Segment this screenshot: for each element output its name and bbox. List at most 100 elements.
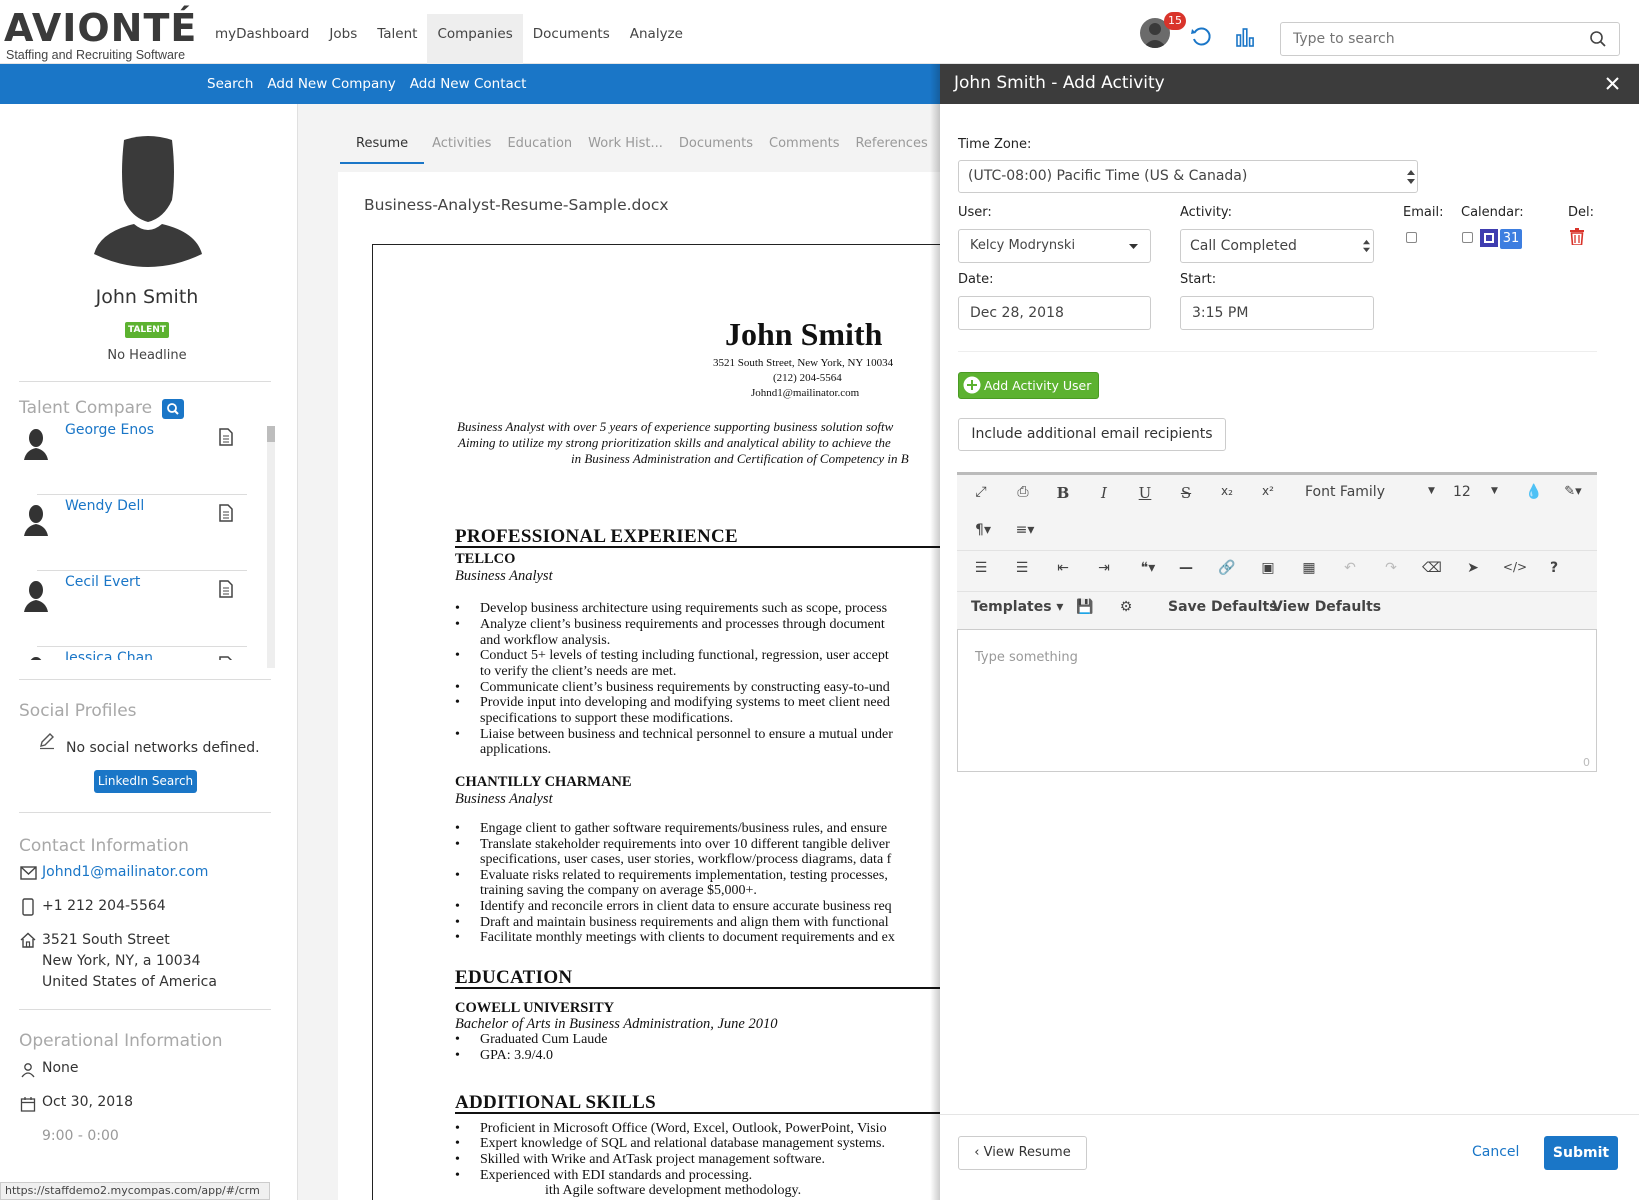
nav-mydashboard[interactable]: myDashboard <box>205 14 319 64</box>
nav-talent[interactable]: Talent <box>367 14 427 64</box>
tab-references[interactable]: References <box>847 128 935 164</box>
strikethrough-icon[interactable]: S <box>1175 484 1197 502</box>
editor-body[interactable]: Type something <box>975 650 1078 665</box>
divider <box>37 494 247 495</box>
align-icon[interactable]: ≡▾ <box>1011 522 1039 538</box>
unordered-list-icon[interactable]: ☰ <box>1011 560 1033 576</box>
cancel-button[interactable]: Cancel <box>1472 1144 1519 1160</box>
activity-select[interactable]: Call Completed <box>1180 229 1374 263</box>
list-item[interactable]: Cecil Evert <box>0 572 266 648</box>
save-defaults-button[interactable]: Save Defaults <box>1168 599 1277 615</box>
calendar-checkbox[interactable] <box>1462 232 1473 243</box>
edit-icon[interactable] <box>38 732 56 750</box>
quote-icon[interactable]: ❝▾ <box>1133 560 1163 576</box>
search-input[interactable] <box>1281 23 1571 55</box>
user-select[interactable]: Kelcy Modrynski <box>958 229 1151 263</box>
modal-footer-divider <box>940 1114 1639 1115</box>
list-item[interactable]: Jessica Chan <box>0 648 266 660</box>
ordered-list-icon[interactable]: ☰ <box>970 560 992 576</box>
include-recipients-button[interactable]: Include additional email recipients <box>958 418 1226 451</box>
nav-jobs[interactable]: Jobs <box>319 14 367 64</box>
templates-dropdown[interactable]: Templates ▾ <box>971 599 1063 615</box>
nav-documents[interactable]: Documents <box>523 14 620 64</box>
submit-button[interactable]: Submit <box>1544 1136 1618 1170</box>
email-label: Email: <box>1403 205 1444 220</box>
tab-resume[interactable]: Resume <box>340 128 425 164</box>
save-icon[interactable]: 💾 <box>1075 599 1095 615</box>
help-icon[interactable]: ? <box>1543 560 1565 576</box>
view-resume-button[interactable]: ‹ View Resume <box>958 1136 1087 1170</box>
trash-icon[interactable] <box>1570 228 1584 245</box>
compare-scrollbar-thumb[interactable] <box>267 426 275 442</box>
timezone-select[interactable]: (UTC-08:00) Pacific Time (US & Canada) <box>958 160 1418 193</box>
superscript-icon[interactable]: x² <box>1257 484 1279 498</box>
social-empty-text: No social networks defined. <box>66 740 260 756</box>
analytics-icon[interactable] <box>1234 26 1256 52</box>
start-label: Start: <box>1180 272 1217 287</box>
subnav-add-contact[interactable]: Add New Contact <box>410 64 527 104</box>
global-search[interactable] <box>1280 22 1620 56</box>
linkedin-search-button[interactable]: LinkedIn Search <box>94 770 197 793</box>
start-time-input[interactable]: 3:15 PM <box>1180 296 1374 330</box>
table-icon[interactable]: ▦ <box>1298 560 1320 576</box>
tab-education[interactable]: Education <box>499 128 580 164</box>
compare-name[interactable]: Jessica Chan <box>65 650 153 660</box>
fullscreen-icon[interactable]: ⤢ <box>970 484 992 500</box>
add-activity-user-button[interactable]: Add Activity User <box>958 372 1099 399</box>
nav-companies[interactable]: Companies <box>427 14 523 64</box>
tab-activities[interactable]: Activities <box>424 128 499 164</box>
undo-icon[interactable]: ↶ <box>1339 560 1361 576</box>
refresh-icon[interactable] <box>1190 26 1212 52</box>
print-icon[interactable]: ⎙ <box>1012 484 1034 500</box>
gear-icon[interactable]: ⚙ <box>1116 599 1136 615</box>
font-size-select[interactable]: 12 <box>1453 484 1471 500</box>
cursor-icon[interactable]: ➤ <box>1462 560 1484 576</box>
eraser-icon[interactable]: ⌫ <box>1421 560 1443 576</box>
view-defaults-button[interactable]: View Defaults <box>1272 599 1381 615</box>
date-input[interactable]: Dec 28, 2018 <box>958 296 1151 330</box>
compare-name[interactable]: George Enos <box>65 422 154 438</box>
subnav-search[interactable]: Search <box>207 64 253 104</box>
horizontal-rule-icon[interactable]: — <box>1175 560 1197 576</box>
image-icon[interactable]: ▣ <box>1257 560 1279 576</box>
italic-icon[interactable]: I <box>1093 484 1115 502</box>
paragraph-icon[interactable]: ¶▾ <box>969 522 997 538</box>
nav-analyze[interactable]: Analyze <box>620 14 693 64</box>
font-family-select[interactable]: Font Family <box>1305 484 1385 500</box>
document-icon[interactable] <box>218 580 234 598</box>
code-view-icon[interactable]: </> <box>1502 560 1528 574</box>
tab-work-history[interactable]: Work Hist... <box>580 128 671 164</box>
contact-email[interactable]: Johnd1@mailinator.com <box>42 864 208 880</box>
google-calendar-icon[interactable]: 31 <box>1500 229 1522 249</box>
logo[interactable]: AVIONTÉ Staffing and Recruiting Software <box>4 6 196 62</box>
list-item[interactable]: George Enos <box>0 420 266 496</box>
text-color-icon[interactable]: 💧 <box>1525 484 1542 500</box>
subscript-icon[interactable]: x₂ <box>1216 484 1238 498</box>
outdent-icon[interactable]: ⇤ <box>1052 560 1074 576</box>
magic-wand-icon[interactable]: ✎▾ <box>1558 484 1588 499</box>
document-icon[interactable] <box>218 656 234 660</box>
outlook-calendar-icon[interactable] <box>1480 229 1498 247</box>
compare-name[interactable]: Wendy Dell <box>65 498 144 514</box>
search-icon[interactable] <box>1589 30 1607 52</box>
list-item[interactable]: Wendy Dell <box>0 496 266 572</box>
tab-comments[interactable]: Comments <box>761 128 847 164</box>
email-checkbox[interactable] <box>1406 232 1417 243</box>
tab-documents[interactable]: Documents <box>671 128 761 164</box>
document-icon[interactable] <box>218 428 234 446</box>
redo-icon[interactable]: ↷ <box>1380 560 1402 576</box>
chevron-down-icon[interactable]: ▼ <box>1428 486 1435 496</box>
bold-icon[interactable]: B <box>1052 484 1074 502</box>
document-icon[interactable] <box>218 504 234 522</box>
indent-icon[interactable]: ⇥ <box>1093 560 1115 576</box>
underline-icon[interactable]: U <box>1134 484 1156 502</box>
compare-scrollbar[interactable] <box>267 426 275 668</box>
document-filename: Business-Analyst-Resume-Sample.docx <box>364 196 669 214</box>
chevron-down-icon[interactable]: ▼ <box>1491 486 1498 496</box>
subnav-add-company[interactable]: Add New Company <box>267 64 395 104</box>
notification-badge[interactable]: 15 <box>1164 12 1186 30</box>
close-icon[interactable] <box>1606 77 1619 90</box>
compare-name[interactable]: Cecil Evert <box>65 574 140 590</box>
talent-compare-search-button[interactable] <box>162 399 184 419</box>
link-icon[interactable]: 🔗 <box>1216 560 1238 576</box>
